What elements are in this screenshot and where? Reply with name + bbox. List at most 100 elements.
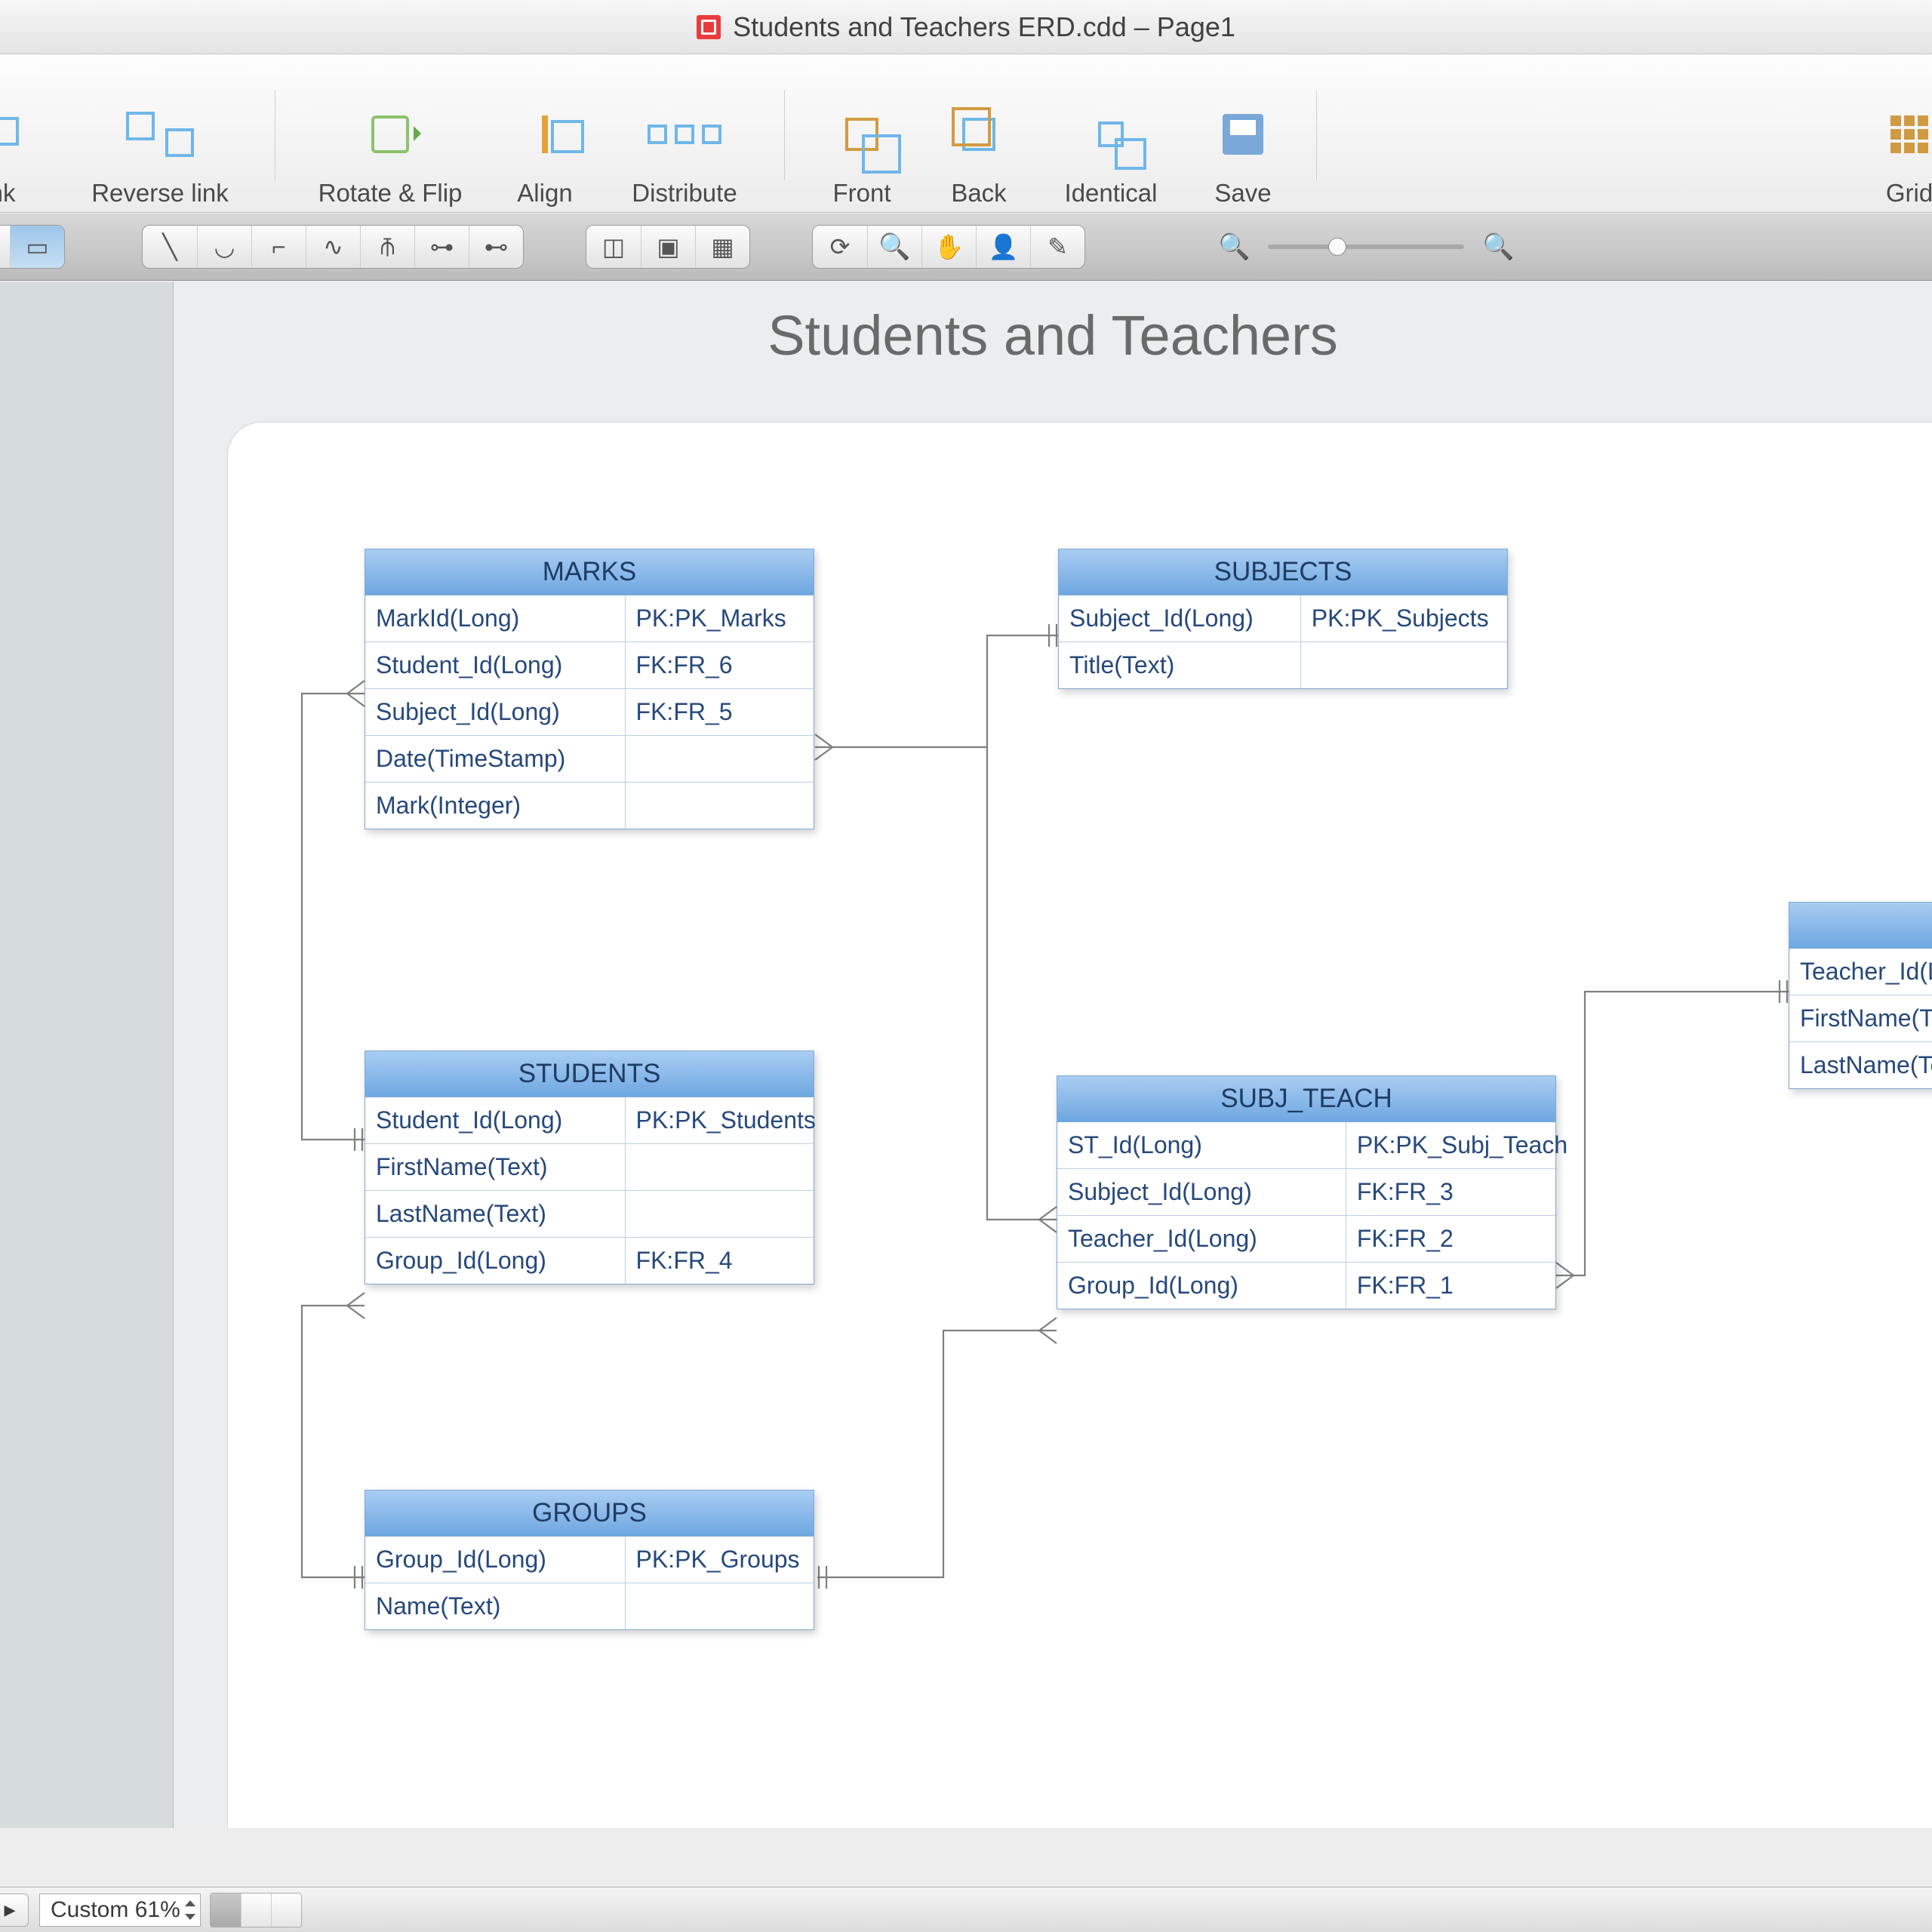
spline-tool[interactable]: ⫚ (360, 225, 414, 269)
entity-row[interactable]: Teacher_Id(Long)FK:FR_2 (1057, 1215, 1555, 1262)
zoom-out-icon[interactable]: 🔍 (1218, 232, 1250, 262)
entity-subj-teach[interactable]: SUBJ_TEACH ST_Id(Long)PK:PK_Subj_TeachSu… (1057, 1075, 1556, 1309)
column-name: LastName(Text) (365, 1191, 626, 1237)
column-name: Teacher_Id(L (1789, 949, 1932, 995)
entity-row[interactable]: Title(Text) (1059, 641, 1507, 688)
column-name: FirstName(Te (1789, 995, 1932, 1041)
refresh-tool[interactable]: ⟳ (813, 225, 867, 269)
align-icon (542, 115, 548, 153)
document-icon (697, 15, 721, 39)
entity-header: SUBJ_TEACH (1057, 1076, 1555, 1122)
entity-row[interactable]: Mark(Integer) (365, 782, 814, 829)
entity-row[interactable]: Group_Id(Long)FK:FR_1 (1057, 1262, 1555, 1309)
column-key: PK:PK_Subjects (1301, 595, 1507, 641)
curve-tool[interactable]: ∿ (306, 225, 360, 269)
entity-body: Group_Id(Long)PK:PK_GroupsName(Text) (365, 1537, 814, 1629)
align-button[interactable]: Align (488, 103, 601, 208)
entity-row[interactable]: FirstName(Te (1789, 995, 1932, 1041)
workspace: Students and Teachers (0, 281, 1932, 1828)
entity-row[interactable]: LastName(Te (1789, 1041, 1932, 1088)
entity-students[interactable]: STUDENTS Student_Id(Long)PK:PK_StudentsF… (365, 1051, 814, 1284)
entity-row[interactable]: Teacher_Id(L (1789, 949, 1932, 995)
entity-body: MarkId(Long)PK:PK_MarksStudent_Id(Long)F… (365, 595, 814, 829)
column-key: FK:FR_5 (626, 689, 814, 735)
entity-row[interactable]: Subject_Id(Long)PK:PK_Subjects (1059, 595, 1507, 641)
entity-row[interactable]: Subject_Id(Long)FK:FR_5 (365, 688, 814, 735)
zoom-level-selector[interactable]: Custom 61% (39, 1894, 201, 1927)
entity-header: SUBJECTS (1059, 549, 1507, 595)
column-name: LastName(Te (1789, 1042, 1932, 1088)
entity-row[interactable]: FirstName(Text) (365, 1143, 814, 1190)
entity-groups[interactable]: GROUPS Group_Id(Long)PK:PK_GroupsName(Te… (365, 1490, 814, 1630)
entity-row[interactable]: Subject_Id(Long)FK:FR_3 (1057, 1168, 1555, 1215)
regroup-tool[interactable]: ▦ (695, 225, 749, 269)
back-button[interactable]: Back (922, 103, 1035, 208)
column-name: Date(TimeStamp) (365, 736, 626, 782)
column-name: Mark(Integer) (365, 783, 626, 829)
main-toolbar: e link Reverse link Rotate & Flip Align … (0, 54, 1932, 213)
pen-tool[interactable]: ✎ (1030, 225, 1084, 269)
pan-tool[interactable]: ✋ (921, 225, 976, 269)
zoom-thumb[interactable] (1328, 238, 1346, 256)
zoom-in-icon[interactable]: 🔍 (1482, 232, 1514, 262)
ungroup-tool[interactable]: ◫ (586, 225, 641, 269)
zoom-slider[interactable]: 🔍 🔍 (1218, 232, 1515, 262)
entity-row[interactable]: Date(TimeStamp) (365, 735, 814, 782)
view-mode-buttons[interactable] (210, 1893, 302, 1927)
entity-marks[interactable]: MARKS MarkId(Long)PK:PK_MarksStudent_Id(… (365, 549, 814, 829)
column-name: Subject_Id(Long) (1057, 1169, 1346, 1215)
zoom-track[interactable] (1268, 245, 1464, 249)
column-key: FK:FR_1 (1346, 1263, 1555, 1309)
grid-button[interactable]: Grid (1864, 103, 1932, 208)
scroll-left-button[interactable]: ▸ (0, 1894, 29, 1927)
user-tool[interactable]: 👤 (976, 225, 1030, 269)
column-key (626, 1191, 814, 1237)
column-name: Student_Id(Long) (365, 1097, 626, 1143)
canvas[interactable]: Students and Teachers (174, 281, 1932, 1828)
line-tool[interactable]: ╲ (143, 225, 197, 269)
entity-row[interactable]: Group_Id(Long)PK:PK_Groups (365, 1537, 814, 1583)
zoom-tool[interactable]: 🔍 (867, 225, 921, 269)
group-tool[interactable]: ▣ (641, 225, 695, 269)
column-name: Group_Id(Long) (365, 1238, 626, 1284)
zoom-level-label: Custom 61% (51, 1897, 180, 1923)
entity-row[interactable]: Student_Id(Long)PK:PK_Students (365, 1097, 814, 1143)
entity-row[interactable]: MarkId(Long)PK:PK_Marks (365, 595, 814, 641)
entity-row[interactable]: Student_Id(Long)FK:FR_6 (365, 641, 814, 688)
entity-header: GROUPS (365, 1491, 814, 1537)
diagram-title: Students and Teachers (174, 303, 1932, 368)
rotate-flip-button[interactable]: Rotate & Flip (292, 103, 488, 208)
entity-subjects[interactable]: SUBJECTS Subject_Id(Long)PK:PK_SubjectsT… (1058, 549, 1508, 689)
save-button[interactable]: Save (1186, 103, 1300, 208)
branch-tool[interactable]: ⊶ (414, 225, 469, 269)
entity-row[interactable]: LastName(Text) (365, 1190, 814, 1237)
arc-tool[interactable]: ◡ (197, 225, 251, 269)
elbow-tool[interactable]: ⌐ (251, 225, 306, 269)
column-key: PK:PK_Groups (626, 1537, 814, 1583)
status-bar: ▸ Custom 61% (0, 1887, 1932, 1932)
pointer-tool[interactable]: ▢ (0, 225, 10, 269)
reverse-link-button[interactable]: Reverse link (62, 103, 258, 208)
select-tool[interactable]: ▭ (10, 225, 64, 269)
magnifier-icon: 🔍 (878, 232, 910, 262)
identical-button[interactable]: Identical (1035, 103, 1186, 208)
entity-header: T (1789, 903, 1932, 949)
column-name: Name(Text) (365, 1583, 626, 1629)
toolbar-separator (784, 90, 785, 180)
entity-header: MARKS (365, 549, 814, 595)
entity-row[interactable]: Name(Text) (365, 1583, 814, 1629)
front-button[interactable]: Front (801, 103, 922, 208)
distribute-button[interactable]: Distribute (601, 103, 768, 208)
column-key (626, 1583, 814, 1629)
entity-teachers[interactable]: T Teacher_Id(LFirstName(TeLastName(Te (1789, 902, 1932, 1089)
front-icon (845, 118, 878, 151)
column-key (626, 736, 814, 782)
column-name: Group_Id(Long) (365, 1537, 626, 1583)
column-name: FirstName(Text) (365, 1144, 626, 1190)
multi-tool[interactable]: ⊷ (469, 225, 523, 269)
entity-row[interactable]: Group_Id(Long)FK:FR_4 (365, 1237, 814, 1284)
e-link-button[interactable]: e link (0, 103, 62, 208)
reverse-link-icon (126, 112, 194, 157)
save-icon (1223, 114, 1263, 155)
entity-row[interactable]: ST_Id(Long)PK:PK_Subj_Teach (1057, 1122, 1555, 1168)
